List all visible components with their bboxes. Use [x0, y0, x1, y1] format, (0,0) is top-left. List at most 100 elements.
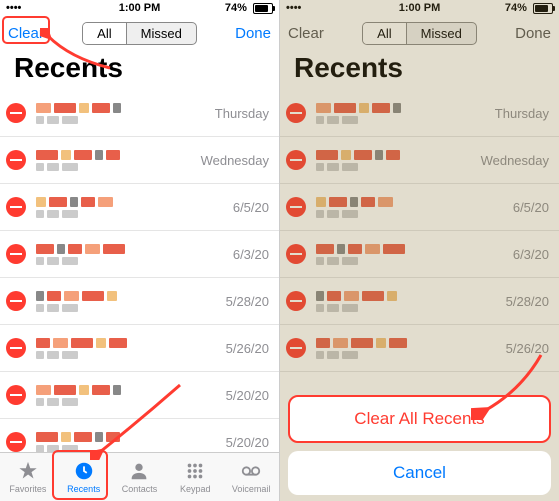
table-row[interactable]: Thursday — [0, 90, 279, 137]
delete-minus-icon[interactable] — [286, 244, 306, 264]
delete-minus-icon[interactable] — [286, 197, 306, 217]
table-row[interactable]: 5/20/20 — [0, 372, 279, 419]
contact-name-redacted — [36, 197, 233, 207]
tab-recents[interactable]: Recents — [56, 453, 112, 501]
clear-all-recents-button[interactable]: Clear All Recents — [288, 395, 551, 443]
table-row[interactable]: 6/5/20 — [0, 184, 279, 231]
delete-minus-icon[interactable] — [6, 103, 26, 123]
row-date: 6/3/20 — [233, 247, 269, 262]
action-sheet: Clear All Recents Cancel — [288, 395, 551, 495]
delete-minus-icon[interactable] — [286, 338, 306, 358]
call-type-redacted — [36, 210, 233, 218]
delete-minus-icon[interactable] — [286, 291, 306, 311]
table-row[interactable]: Wednesday — [280, 137, 559, 184]
delete-minus-icon[interactable] — [6, 291, 26, 311]
table-row[interactable]: 5/28/20 — [280, 278, 559, 325]
contact-name-redacted — [316, 103, 495, 113]
tab-keypad[interactable]: Keypad — [167, 453, 223, 501]
row-date: 6/5/20 — [513, 200, 549, 215]
contact-name-redacted — [316, 338, 506, 348]
delete-minus-icon[interactable] — [286, 103, 306, 123]
table-row[interactable]: 5/28/20 — [0, 278, 279, 325]
status-battery: 74% — [505, 2, 553, 14]
call-type-redacted — [316, 163, 481, 171]
call-type-redacted — [36, 163, 201, 171]
status-bar: •••• 1:00 PM 74% — [0, 0, 279, 16]
clear-button[interactable]: Clear — [8, 25, 44, 42]
row-content — [316, 338, 506, 359]
table-row[interactable]: 5/26/20 — [280, 325, 559, 372]
tab-contacts[interactable]: Contacts — [112, 453, 168, 501]
person-icon — [128, 460, 150, 482]
voicemail-icon — [240, 460, 262, 482]
status-signal: •••• — [6, 2, 21, 14]
clock-icon — [73, 460, 95, 482]
clear-button[interactable]: Clear — [288, 25, 324, 42]
table-row[interactable]: 5/26/20 — [0, 325, 279, 372]
call-type-redacted — [36, 116, 215, 124]
contact-name-redacted — [36, 150, 201, 160]
screen-left: •••• 1:00 PM 74% Clear All Missed Done R… — [0, 0, 280, 501]
row-content — [36, 150, 201, 171]
row-content — [36, 103, 215, 124]
row-content — [36, 338, 226, 359]
seg-all[interactable]: All — [363, 23, 406, 44]
row-content — [316, 103, 495, 124]
delete-minus-icon[interactable] — [6, 244, 26, 264]
delete-minus-icon[interactable] — [6, 197, 26, 217]
cancel-button[interactable]: Cancel — [288, 451, 551, 495]
table-row[interactable]: 6/5/20 — [280, 184, 559, 231]
row-date: Thursday — [215, 106, 269, 121]
status-time: 1:00 PM — [119, 2, 161, 14]
contact-name-redacted — [36, 291, 226, 301]
contact-name-redacted — [36, 432, 226, 442]
tab-voicemail[interactable]: Voicemail — [223, 453, 279, 501]
seg-missed[interactable]: Missed — [407, 23, 476, 44]
call-type-redacted — [316, 116, 495, 124]
row-content — [316, 244, 513, 265]
segmented-control[interactable]: All Missed — [82, 22, 197, 45]
call-type-redacted — [316, 257, 513, 265]
call-type-redacted — [316, 304, 506, 312]
status-time: 1:00 PM — [399, 2, 441, 14]
call-type-redacted — [36, 445, 226, 453]
row-date: 5/26/20 — [506, 341, 549, 356]
delete-minus-icon[interactable] — [6, 338, 26, 358]
delete-minus-icon[interactable] — [6, 385, 26, 405]
screen-right: •••• 1:00 PM 74% Clear All Missed Done R… — [280, 0, 559, 501]
keypad-icon — [184, 460, 206, 482]
delete-minus-icon[interactable] — [6, 432, 26, 452]
contact-name-redacted — [316, 197, 513, 207]
nav-bar: Clear All Missed Done — [0, 16, 279, 50]
call-type-redacted — [316, 351, 506, 359]
table-row[interactable]: 6/3/20 — [280, 231, 559, 278]
contact-name-redacted — [316, 291, 506, 301]
call-type-redacted — [36, 351, 226, 359]
row-content — [36, 385, 226, 406]
table-row[interactable]: 6/3/20 — [0, 231, 279, 278]
row-content — [316, 197, 513, 218]
row-date: 6/5/20 — [233, 200, 269, 215]
seg-all[interactable]: All — [83, 23, 126, 44]
row-content — [316, 291, 506, 312]
done-button[interactable]: Done — [235, 25, 271, 42]
row-date: 6/3/20 — [513, 247, 549, 262]
seg-missed[interactable]: Missed — [127, 23, 196, 44]
table-row[interactable]: 5/20/20 — [0, 419, 279, 452]
delete-minus-icon[interactable] — [286, 150, 306, 170]
segmented-control[interactable]: All Missed — [362, 22, 477, 45]
done-button[interactable]: Done — [515, 25, 551, 42]
row-date: Thursday — [495, 106, 549, 121]
contact-name-redacted — [316, 244, 513, 254]
row-date: 5/26/20 — [226, 341, 269, 356]
tab-favorites[interactable]: Favorites — [0, 453, 56, 501]
recents-list: Thursday Wednesday 6/5/20 6/3/20 5/28/20 5/26… — [0, 90, 279, 452]
delete-minus-icon[interactable] — [6, 150, 26, 170]
nav-bar: Clear All Missed Done — [280, 16, 559, 50]
row-content — [316, 150, 481, 171]
table-row[interactable]: Wednesday — [0, 137, 279, 184]
row-date: 5/28/20 — [226, 294, 269, 309]
call-type-redacted — [36, 398, 226, 406]
call-type-redacted — [316, 210, 513, 218]
table-row[interactable]: Thursday — [280, 90, 559, 137]
